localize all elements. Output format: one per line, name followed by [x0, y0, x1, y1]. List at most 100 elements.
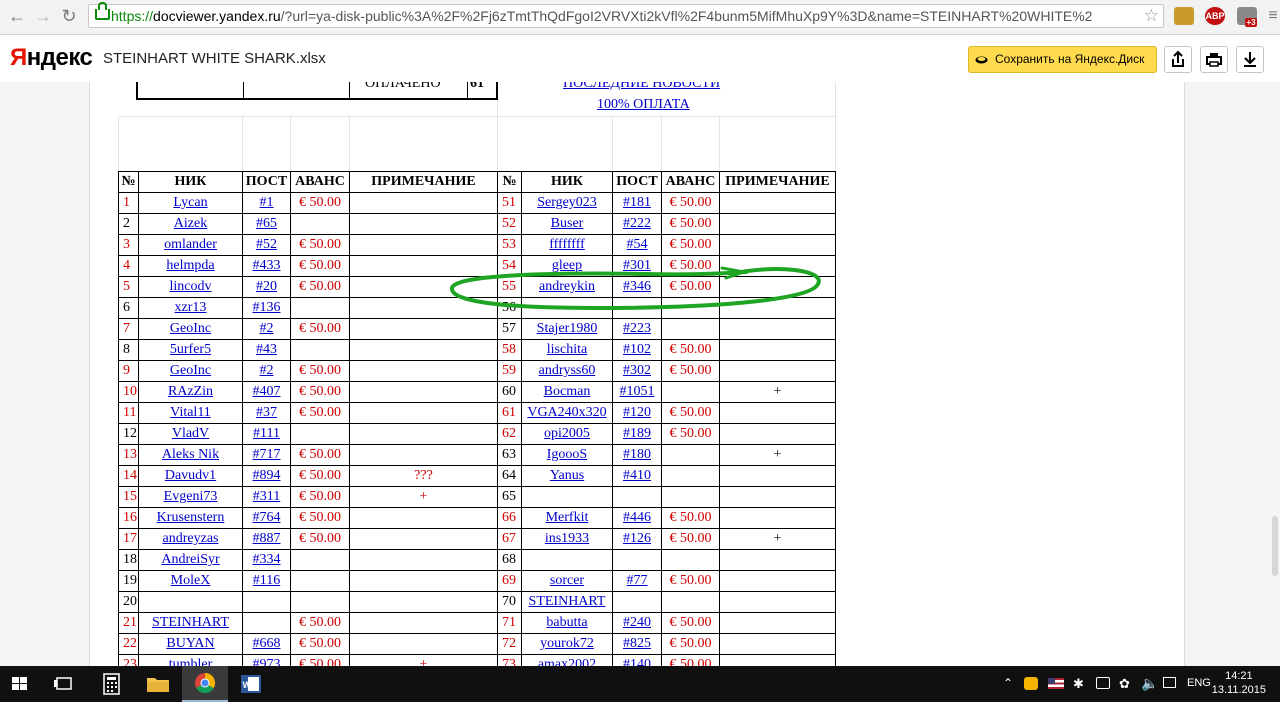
post-cell[interactable]: #54 [612, 234, 662, 256]
nick-cell[interactable]: BUYAN [138, 633, 243, 655]
nick-cell[interactable]: STEINHART [138, 612, 243, 634]
post-cell[interactable]: #433 [242, 255, 291, 277]
nick-cell[interactable]: Vital11 [138, 402, 243, 424]
post-cell[interactable]: #111 [242, 423, 291, 445]
nick-cell[interactable]: sorcer [521, 570, 613, 592]
nick-cell[interactable]: GeoInc [138, 360, 243, 382]
nick-cell[interactable]: Lycan [138, 192, 243, 214]
document-viewport[interactable]: ОПЛАЧЕНО 61 ПОСЛЕДНИЕ НОВОСТИ 100% ОПЛАТ… [0, 82, 1280, 666]
bookmark-star-icon[interactable]: ☆ [1144, 6, 1159, 26]
post-cell[interactable]: #136 [242, 297, 291, 319]
post-cell[interactable]: #825 [612, 633, 662, 655]
task-view-button[interactable] [42, 666, 88, 702]
post-cell[interactable]: #181 [612, 192, 662, 214]
post-cell[interactable]: #446 [612, 507, 662, 529]
start-button[interactable] [0, 666, 46, 702]
nick-cell[interactable]: Davudv1 [138, 465, 243, 487]
post-cell[interactable]: #37 [242, 402, 291, 424]
nick-cell[interactable]: GeoInc [138, 318, 243, 340]
post-cell[interactable]: #717 [242, 444, 291, 466]
post-cell[interactable]: #407 [242, 381, 291, 403]
nick-cell[interactable]: babutta [521, 612, 613, 634]
post-cell[interactable]: #116 [242, 570, 291, 592]
word-app[interactable]: W [228, 666, 274, 702]
nick-cell[interactable]: andryss60 [521, 360, 613, 382]
post-cell[interactable]: #2 [242, 318, 291, 340]
nick-cell[interactable]: Evgeni73 [138, 486, 243, 508]
nick-cell[interactable]: andreyzas [138, 528, 243, 550]
nick-cell[interactable]: helmpda [138, 255, 243, 277]
nick-cell[interactable]: Sergey023 [521, 192, 613, 214]
menu-icon[interactable]: ≡ [1262, 5, 1280, 27]
post-cell[interactable]: #180 [612, 444, 662, 466]
post-cell[interactable]: #410 [612, 465, 662, 487]
post-cell[interactable]: #311 [242, 486, 291, 508]
post-cell[interactable]: #20 [242, 276, 291, 298]
volume-icon[interactable]: 🔈 [1141, 675, 1158, 692]
battery-icon[interactable] [1096, 677, 1110, 689]
post-cell[interactable]: #894 [242, 465, 291, 487]
nick-cell[interactable]: AndreiSyr [138, 549, 243, 571]
download-button[interactable] [1236, 46, 1264, 73]
tray-settings-icon[interactable]: ✱ [1073, 676, 1084, 692]
translate-icon[interactable]: +3 [1237, 7, 1257, 27]
forward-icon[interactable]: → [32, 5, 54, 27]
nick-cell[interactable]: VladV [138, 423, 243, 445]
save-to-disk-button[interactable]: Сохранить на Яндекс.Диск [968, 46, 1157, 73]
network-icon[interactable]: ✿ [1119, 676, 1130, 692]
nick-cell[interactable]: Aleks Nik [138, 444, 243, 466]
post-cell[interactable]: #668 [242, 633, 291, 655]
flag-icon[interactable] [1048, 678, 1064, 689]
input-language[interactable]: ENG [1187, 677, 1211, 689]
nick-cell[interactable]: Buser [521, 213, 613, 235]
nick-cell[interactable]: Bocman [521, 381, 613, 403]
post-cell[interactable]: #973 [242, 654, 291, 666]
nick-cell[interactable]: RAzZin [138, 381, 243, 403]
post-cell[interactable]: #764 [242, 507, 291, 529]
nick-cell[interactable]: ffffffff [521, 234, 613, 256]
nick-cell[interactable]: tumbler [138, 654, 243, 666]
post-cell[interactable]: #240 [612, 612, 662, 634]
nick-cell[interactable]: MoleX [138, 570, 243, 592]
post-cell[interactable]: #126 [612, 528, 662, 550]
wallet-icon[interactable] [1174, 7, 1194, 25]
nick-cell[interactable]: Yanus [521, 465, 613, 487]
post-cell[interactable]: #302 [612, 360, 662, 382]
tray-app-icon[interactable] [1024, 677, 1038, 690]
nick-cell[interactable]: xzr13 [138, 297, 243, 319]
tray-expand-icon[interactable]: ⌃ [1003, 676, 1013, 690]
post-cell[interactable]: #102 [612, 339, 662, 361]
notification-icon[interactable] [1163, 677, 1176, 688]
adblock-icon[interactable]: ABP [1205, 7, 1225, 25]
post-cell[interactable]: #334 [242, 549, 291, 571]
nick-cell[interactable]: Aizek [138, 213, 243, 235]
nick-cell[interactable]: lincodv [138, 276, 243, 298]
post-cell[interactable]: #222 [612, 213, 662, 235]
clock[interactable]: 14:21 13.11.2015 [1212, 669, 1266, 697]
nick-cell[interactable]: ins1933 [521, 528, 613, 550]
post-cell[interactable]: #2 [242, 360, 291, 382]
print-button[interactable] [1200, 46, 1228, 73]
post-cell[interactable]: #1051 [612, 381, 662, 403]
payment-link[interactable]: 100% ОПЛАТА [597, 97, 690, 113]
url-text[interactable]: https://docviewer.yandex.ru/?url=ya-disk… [111, 8, 1092, 24]
post-cell[interactable]: #65 [242, 213, 291, 235]
nick-cell[interactable]: amax2002 [521, 654, 613, 666]
post-cell[interactable]: #189 [612, 423, 662, 445]
calculator-app[interactable] [89, 666, 135, 702]
back-icon[interactable]: ← [6, 5, 28, 27]
address-bar[interactable]: https://docviewer.yandex.ru/?url=ya-disk… [88, 2, 1164, 28]
post-cell[interactable]: #1 [242, 192, 291, 214]
nick-cell[interactable]: 5urfer5 [138, 339, 243, 361]
post-cell[interactable]: #140 [612, 654, 662, 666]
nick-cell[interactable]: VGA240x320 [521, 402, 613, 424]
yandex-logo[interactable]: Яндекс [10, 44, 93, 72]
nick-cell[interactable]: omlander [138, 234, 243, 256]
post-cell[interactable]: #120 [612, 402, 662, 424]
reload-icon[interactable]: ↻ [58, 5, 80, 27]
news-link[interactable]: ПОСЛЕДНИЕ НОВОСТИ [563, 82, 720, 92]
post-cell[interactable]: #887 [242, 528, 291, 550]
post-cell[interactable]: #77 [612, 570, 662, 592]
nick-cell[interactable]: Stajer1980 [521, 318, 613, 340]
file-explorer-app[interactable] [135, 666, 181, 702]
